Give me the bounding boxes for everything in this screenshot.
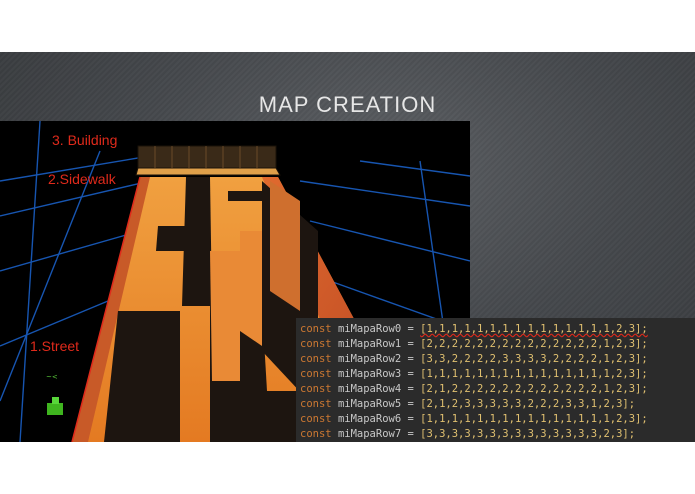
svg-text:~<: ~< xyxy=(46,373,58,381)
code-row: const miMapaRow1 = [2,2,2,2,2,2,2,2,2,2,… xyxy=(300,338,648,350)
code-row: const miMapaRow0 = [1,1,1,1,1,1,1,1,1,1,… xyxy=(300,323,648,335)
label-street: 1.Street xyxy=(30,338,80,354)
code-row: const miMapaRow5 = [2,1,2,3,3,3,3,3,2,2,… xyxy=(300,398,636,410)
code-row: const miMapaRow3 = [1,1,1,1,1,1,1,1,1,1,… xyxy=(300,368,648,380)
code-snippet: const miMapaRow0 = [1,1,1,1,1,1,1,1,1,1,… xyxy=(296,318,695,442)
code-row: const miMapaRow6 = [1,1,1,1,1,1,1,1,1,1,… xyxy=(300,413,648,425)
code-row: const miMapaRow4 = [2,1,2,2,2,2,2,2,2,2,… xyxy=(300,383,648,395)
player-icon: ~< xyxy=(46,373,63,415)
slide: MAP CREATION ~< 3. Building 2.Sidewalk 1… xyxy=(0,52,695,442)
code-row: const miMapaRow7 = [3,3,3,3,3,3,3,3,3,3,… xyxy=(300,428,636,440)
slide-title: MAP CREATION xyxy=(258,92,437,117)
label-building: 3. Building xyxy=(52,132,118,148)
label-sidewalk: 2.Sidewalk xyxy=(48,171,116,187)
code-row: const miMapaRow2 = [3,3,2,2,2,2,3,3,3,3,… xyxy=(300,353,648,365)
